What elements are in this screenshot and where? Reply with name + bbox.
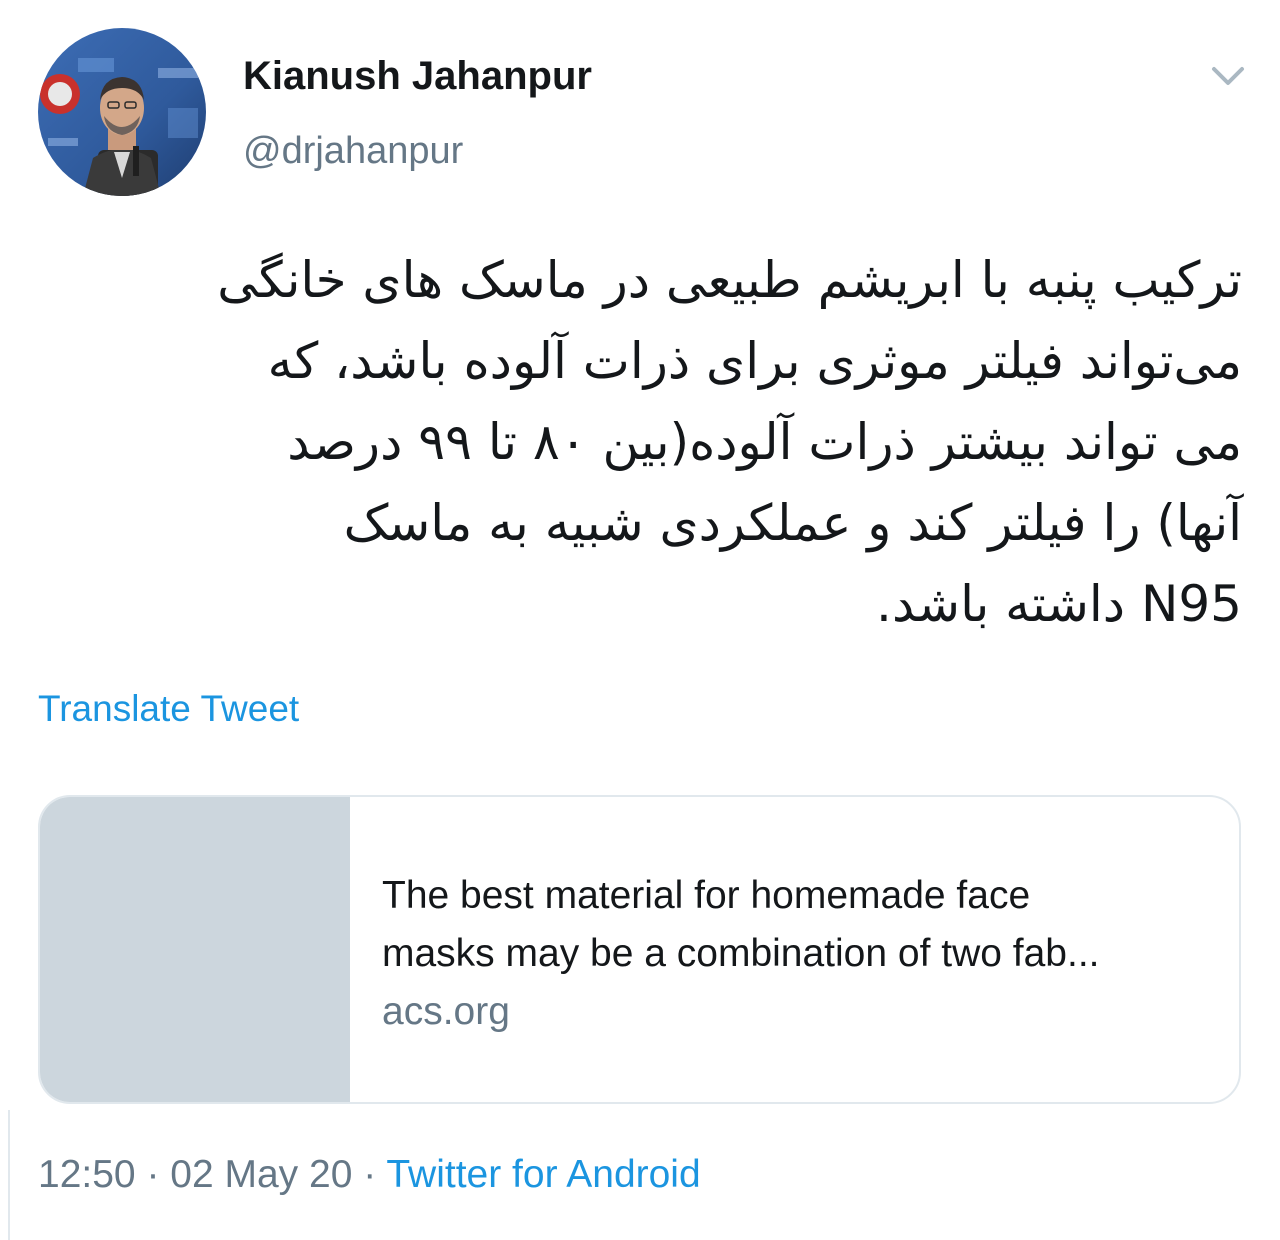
card-title-line: masks may be a combination of two fab... <box>382 932 1100 975</box>
meta-separator: · <box>135 1153 171 1196</box>
link-preview-card[interactable]: The best material for homemade face mask… <box>38 795 1241 1104</box>
tweet-text-line: ترکیب پنبه با ابریشم طبیعی در ماسک های خ… <box>217 251 1242 309</box>
tweet-text-line: می‌تواند فیلتر موثری برای ذرات آلوده باش… <box>267 332 1242 390</box>
tweet-source-link[interactable]: Twitter for Android <box>386 1153 700 1196</box>
tweet-meta: 12:50 · 02 May 20 · Twitter for Android <box>38 1150 701 1200</box>
display-name[interactable]: Kianush Jahanpur <box>243 50 592 102</box>
card-title: The best material for homemade face mask… <box>382 867 1222 983</box>
avatar[interactable] <box>38 28 206 196</box>
meta-separator: · <box>352 1153 387 1196</box>
user-handle[interactable]: @drjahanpur <box>243 126 463 176</box>
tweet-text-line: می تواند بیشتر ذرات آلوده(بین ۸۰ تا ۹۹ د… <box>287 413 1242 471</box>
card-title-line: The best material for homemade face <box>382 874 1031 917</box>
translate-tweet-link[interactable]: Translate Tweet <box>38 686 299 732</box>
tweet-text-line: آنها) را فیلتر کند و عملکردی شبیه به ماس… <box>343 494 1242 552</box>
card-domain: acs.org <box>382 990 510 1033</box>
thread-divider <box>8 1110 10 1240</box>
card-thumbnail-placeholder <box>40 797 350 1102</box>
tweet-text-line: N95 داشته باشد. <box>876 575 1242 633</box>
tweet-text: ترکیب پنبه با ابریشم طبیعی در ماسک های خ… <box>60 240 1242 645</box>
tweet-date[interactable]: 02 May 20 <box>170 1153 352 1196</box>
tweet-time[interactable]: 12:50 <box>38 1153 136 1196</box>
profile-photo <box>38 28 206 196</box>
chevron-down-icon[interactable] <box>1204 56 1252 96</box>
